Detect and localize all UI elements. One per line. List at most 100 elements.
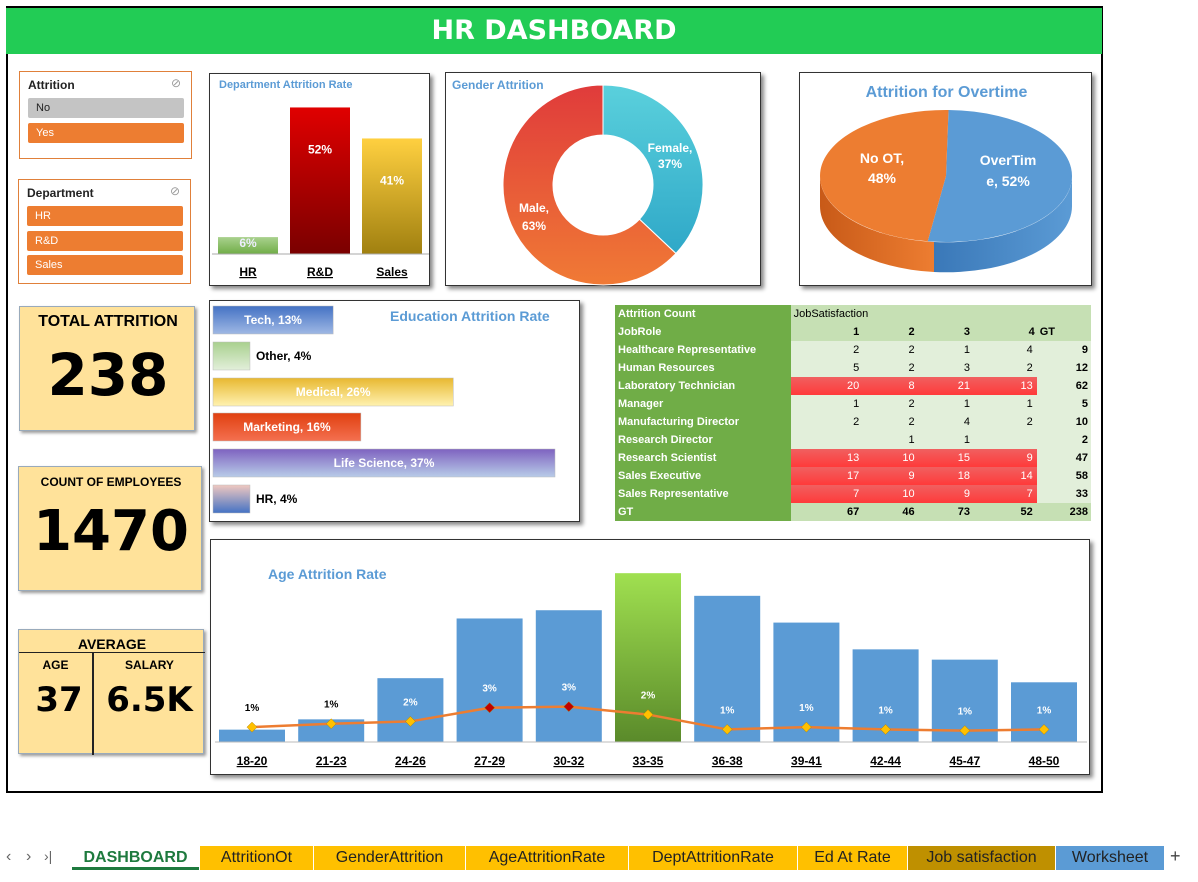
total-attrition-card: TOTAL ATTRITION 238 [19, 306, 195, 431]
overtime-chart-title: Attrition for Overtime [865, 84, 1028, 101]
clear-filter-icon[interactable]: ⊘ [171, 76, 181, 90]
attrition-slicer: Attrition ⊘ No Yes [19, 71, 192, 159]
age-rate-label: 3% [482, 684, 497, 695]
pivot-cell: 10 [1036, 413, 1091, 431]
pivot-cell: 2 [871, 323, 927, 341]
dept-data-label: 41% [380, 173, 404, 187]
overtime-data-label: No OT, [860, 150, 904, 166]
pivot-cell: 13 [982, 377, 1037, 395]
tab-ageattritionrate[interactable]: AgeAttritionRate [466, 846, 628, 870]
pivot-cell: GT [1036, 323, 1091, 341]
employee-count-label: COUNT OF EMPLOYEES [40, 475, 182, 489]
dept-category-label: R&D [307, 265, 333, 279]
pivot-cell: 13 [790, 449, 872, 467]
age-rate-label: 1% [958, 707, 973, 718]
pivot-cell: 238 [1036, 503, 1091, 521]
slicer-item-hr[interactable]: HR [27, 206, 183, 226]
pivot-cell: 1 [926, 341, 982, 359]
slicer-title: Department [27, 186, 94, 200]
pivot-row: Sales Executive 17 9 18 14 58 [615, 467, 1091, 485]
age-label: AGE [42, 658, 69, 672]
add-sheet-icon[interactable]: + [1170, 846, 1181, 867]
education-data-label: HR, 4% [256, 492, 298, 506]
pivot-cell: 2 [790, 341, 872, 359]
dept-attrition-svg: 6% HR 52% R&D 41% Sales [212, 107, 429, 279]
employee-count-card: COUNT OF EMPLOYEES 1470 [18, 466, 202, 591]
clear-filter-icon[interactable]: ⊘ [170, 184, 180, 198]
age-rate-label: 2% [641, 691, 656, 702]
gender-attrition-svg: Female, 37% Male, 63% [502, 84, 704, 286]
pivot-cell: Manager [615, 395, 791, 413]
pivot-column-row: JobRole 1 2 3 4 GT [615, 323, 1091, 341]
age-category-label: 27-29 [474, 754, 505, 768]
pivot-cell: 2 [871, 359, 927, 377]
pivot-cell: 9 [1036, 341, 1091, 359]
slicer-item-rd[interactable]: R&D [27, 231, 183, 251]
tab-ed-at-rate[interactable]: Ed At Rate [798, 846, 907, 870]
page-title: HR DASHBOARD [6, 8, 1102, 54]
pivot-cell: 1 [790, 323, 872, 341]
pivot-cell: 1 [926, 395, 982, 413]
pivot-cell: 2 [871, 341, 927, 359]
total-attrition-label: TOTAL ATTRITION [38, 313, 178, 330]
gender-slice [602, 84, 704, 255]
tab-genderattrition[interactable]: GenderAttrition [314, 846, 465, 870]
pivot-cell: 5 [1036, 395, 1091, 413]
gender-data-label: Female, [648, 141, 693, 155]
salary-value: 6.5K [106, 680, 193, 720]
age-category-label: 48-50 [1029, 754, 1060, 768]
pivot-cell [790, 431, 872, 449]
pivot-cell: 1 [926, 431, 982, 449]
tab-deptattritionrate[interactable]: DeptAttritionRate [629, 846, 797, 870]
pivot-cell [871, 305, 927, 323]
education-attrition-chart: Tech, 13% Other, 4% Medical, 26% Marketing,… [209, 300, 580, 522]
pivot-cell: 3 [926, 359, 982, 377]
pivot-cell: 18 [926, 467, 982, 485]
pivot-cell: 15 [926, 449, 982, 467]
pivot-cell: 4 [926, 413, 982, 431]
pivot-total-row: GT 67 46 73 52 238 [615, 503, 1091, 521]
pivot-table: Attrition Count JobSatisfaction JobRole 1 2 3… [615, 305, 1091, 521]
pivot-cell: 46 [871, 503, 927, 521]
slicer-item-no[interactable]: No [28, 98, 184, 118]
pivot-cell: 9 [926, 485, 982, 503]
education-data-label: Other, 4% [256, 349, 312, 363]
education-chart-title: Education Attrition Rate [390, 308, 550, 324]
tab-nav-last-icon[interactable]: ›| [44, 848, 52, 864]
slicer-title: Attrition [28, 78, 75, 92]
pivot-row: Research Scientist 13 10 15 9 47 [615, 449, 1091, 467]
slicer-item-sales[interactable]: Sales [27, 255, 183, 275]
dept-category-label: Sales [376, 265, 408, 279]
gender-data-label: Male, [519, 201, 549, 215]
pivot-cell: Attrition Count [615, 305, 791, 323]
pivot-cell: 1 [871, 431, 927, 449]
average-card: AVERAGE AGE 37 SALARY 6.5K [18, 629, 205, 755]
overtime-data-label: e, 52% [986, 173, 1030, 189]
age-rate-label: 1% [799, 703, 814, 714]
tab-dashboard[interactable]: DASHBOARD [72, 846, 199, 870]
pivot-row: Laboratory Technician 20 8 21 13 62 [615, 377, 1091, 395]
tab-nav-prev-icon[interactable]: ‹ [6, 848, 11, 866]
tab-worksheet[interactable]: Worksheet [1056, 846, 1164, 870]
pivot-row: Healthcare Representative 2 2 1 4 9 [615, 341, 1091, 359]
pivot-cell: 7 [790, 485, 872, 503]
pivot-cell: Research Scientist [615, 449, 791, 467]
age-value: 37 [35, 680, 83, 720]
tab-attritionot[interactable]: AttritionOt [200, 846, 313, 870]
pivot-cell: JobSatisfaction [790, 305, 872, 323]
tab-nav-next-icon[interactable]: › [26, 848, 31, 866]
pivot-cell: 47 [1036, 449, 1091, 467]
dept-chart-title: Department Attrition Rate [219, 79, 353, 91]
pivot-cell: 7 [982, 485, 1037, 503]
pivot-row: Human Resources 5 2 3 2 12 [615, 359, 1091, 377]
dept-bar [290, 107, 350, 254]
dept-data-label: 52% [308, 142, 332, 156]
age-category-label: 42-44 [870, 754, 901, 768]
pivot-cell: 20 [790, 377, 872, 395]
tab-job-satisfaction[interactable]: Job satisfaction [908, 846, 1055, 870]
age-bar [535, 610, 602, 742]
pivot-cell: Sales Representative [615, 485, 791, 503]
slicer-item-yes[interactable]: Yes [28, 123, 184, 143]
pivot-cell: 2 [871, 413, 927, 431]
age-category-label: 30-32 [553, 754, 584, 768]
